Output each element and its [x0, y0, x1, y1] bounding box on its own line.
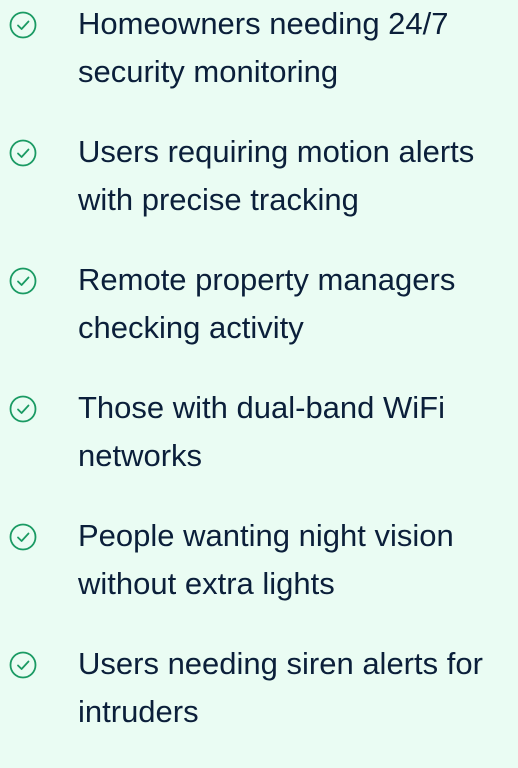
feature-list: Homeowners needing 24/7 security monitor… — [0, 0, 518, 768]
list-item: Remote property managers checking activi… — [0, 256, 518, 384]
list-item-line: without extra lights — [78, 566, 335, 601]
check-circle-icon — [8, 266, 38, 296]
list-item-text: Users requiring motion alerts with preci… — [78, 128, 518, 224]
list-item: Those with dual-band WiFi networks — [0, 384, 518, 512]
check-circle-icon — [8, 138, 38, 168]
check-circle-icon — [8, 522, 38, 552]
list-item: Users needing siren alerts for intruders — [0, 640, 518, 768]
check-circle-icon — [8, 650, 38, 680]
list-item: Homeowners needing 24/7 security monitor… — [0, 0, 518, 128]
list-item-line: with precise tracking — [78, 182, 359, 217]
list-item: People wanting night vision without extr… — [0, 512, 518, 640]
list-item-text: Those with dual-band WiFi networks — [78, 384, 518, 480]
list-item-line: Users needing siren alerts for — [78, 646, 483, 681]
list-item: Users requiring motion alerts with preci… — [0, 128, 518, 256]
list-item-line: checking activity — [78, 310, 304, 345]
list-item-line: Remote property managers — [78, 262, 456, 297]
list-item-line: People wanting night vision — [78, 518, 454, 553]
check-circle-icon — [8, 10, 38, 40]
check-circle-icon — [8, 394, 38, 424]
list-item-text: Homeowners needing 24/7 security monitor… — [78, 0, 518, 96]
list-item-line: intruders — [78, 694, 199, 729]
list-item-line: security monitoring — [78, 54, 339, 89]
list-item-text: People wanting night vision without extr… — [78, 512, 518, 608]
list-item-line: Those with dual-band WiFi — [78, 390, 445, 425]
list-item-text: Users needing siren alerts for intruders — [78, 640, 518, 736]
list-item-line: Users requiring motion alerts — [78, 134, 475, 169]
list-item-line: Homeowners needing 24/7 — [78, 6, 449, 41]
list-item-line: networks — [78, 438, 203, 473]
list-item-text: Remote property managers checking activi… — [78, 256, 518, 352]
